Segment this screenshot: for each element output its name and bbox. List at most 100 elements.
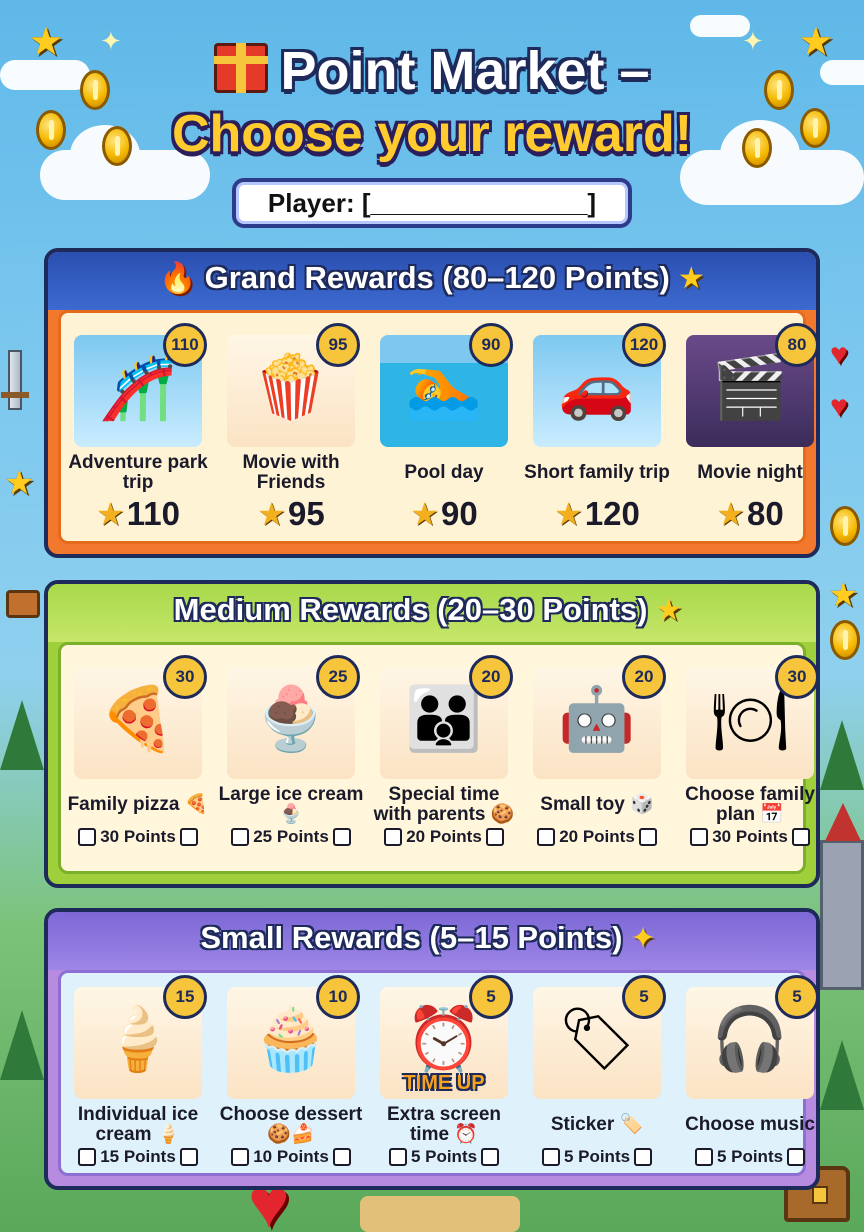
reward-points-label: 30 Points: [100, 827, 176, 846]
checkbox[interactable]: [388, 1148, 407, 1166]
grand-rewards-title: 🔥 Grand Rewards (80–120 Points) ★: [48, 260, 816, 296]
reward-card[interactable]: 🎬 80 Movie night ★80: [675, 323, 825, 533]
player-name-field[interactable]: Player: [_______________]: [232, 178, 632, 228]
checkbox[interactable]: [638, 828, 657, 846]
coin-icon: [830, 506, 860, 546]
reward-cost: ★95: [216, 495, 366, 533]
reward-name: Pool day: [404, 462, 484, 483]
checkbox[interactable]: [231, 828, 250, 846]
checkbox[interactable]: [791, 828, 810, 846]
reward-name: Choose family plan 📅: [685, 784, 815, 825]
checkbox[interactable]: [179, 1148, 198, 1166]
points-badge: 95: [316, 323, 360, 367]
page-subtitle: Choose your reward!: [171, 105, 693, 163]
heart-icon: ♥: [830, 338, 848, 371]
checkbox[interactable]: [231, 1148, 250, 1166]
reward-name: Family pizza 🍕: [67, 794, 209, 815]
tree: [820, 1040, 864, 1110]
coin-icon: [830, 620, 860, 660]
star-icon: ★: [410, 496, 439, 532]
reward-card[interactable]: 🧁 10 Choose dessert 🍪🍰 10 Points: [216, 975, 366, 1167]
reward-name: Short family trip: [524, 462, 670, 483]
checkbox[interactable]: [78, 1148, 97, 1166]
reward-card[interactable]: 🏊 90 Pool day ★90: [369, 323, 519, 533]
reward-card[interactable]: 🎧 5 Choose music 5 Points: [675, 975, 825, 1167]
tree: [820, 720, 864, 790]
checkbox[interactable]: [384, 828, 403, 846]
points-badge: 20: [469, 655, 513, 699]
checkbox[interactable]: [179, 828, 198, 846]
reward-name: Movie night: [697, 462, 803, 483]
reward-points-row: 5 Points: [369, 1147, 519, 1167]
checkbox[interactable]: [694, 1148, 713, 1166]
reward-points-row: 15 Points: [63, 1147, 213, 1167]
star-icon: ★: [655, 594, 683, 627]
dirt-path: [360, 1196, 520, 1232]
title-line-1: Point Market –: [280, 41, 650, 101]
reward-card[interactable]: 🚗 120 Short family trip ★120: [522, 323, 672, 533]
checkbox[interactable]: [485, 828, 504, 846]
points-badge: 5: [622, 975, 666, 1019]
checkbox[interactable]: [634, 1148, 653, 1166]
section-title: Grand Rewards (80–120 Points): [204, 260, 670, 295]
reward-points-row: 10 Points: [216, 1147, 366, 1167]
reward-card[interactable]: 🤖 20 Small toy 🎲 20 Points: [522, 655, 672, 847]
reward-cost: ★120: [522, 495, 672, 533]
star-icon: ★: [96, 496, 125, 532]
reward-cost: ★80: [675, 495, 825, 533]
points-badge: 15: [163, 975, 207, 1019]
reward-name: Choose dessert 🍪🍰: [219, 1104, 363, 1145]
reward-name: Large ice cream 🍨: [218, 784, 364, 825]
section-title: Medium Rewards (20–30 Points): [173, 592, 648, 627]
reward-cost-value: 120: [584, 495, 640, 532]
small-rewards-title: Small Rewards (5–15 Points) ✦: [48, 920, 816, 956]
points-badge: 30: [163, 655, 207, 699]
cloud: [690, 15, 750, 37]
reward-points-label: 20 Points: [406, 827, 482, 846]
reward-points-label: 5 Points: [410, 1147, 478, 1166]
reward-card[interactable]: 🍨 25 Large ice cream 🍨 25 Points: [216, 655, 366, 847]
reward-card[interactable]: 🍦 15 Individual ice cream 🍦 15 Points: [63, 975, 213, 1167]
reward-name: Individual ice cream 🍦: [77, 1104, 199, 1145]
star-icon: ★: [257, 496, 286, 532]
points-badge: 80: [775, 323, 819, 367]
reward-name: Sticker 🏷️: [550, 1114, 644, 1135]
checkbox[interactable]: [787, 1148, 806, 1166]
points-badge: 90: [469, 323, 513, 367]
small-rewards-list: 🍦 15 Individual ice cream 🍦 15 Points 🧁 10 Cho…: [61, 973, 819, 1173]
points-badge: 120: [622, 323, 666, 367]
gift-icon: [214, 43, 269, 93]
star-icon: ★: [828, 576, 859, 614]
medium-rewards-panel: Medium Rewards (20–30 Points) ★ 🍕 30 Family…: [44, 580, 820, 888]
points-badge: 5: [775, 975, 819, 1019]
reward-points-label: 25 Points: [253, 827, 329, 846]
reward-card[interactable]: 🎢 110 Adventure park trip ★110: [63, 323, 213, 533]
reward-card[interactable]: 🏷 5 Sticker 🏷️ 5 Points: [522, 975, 672, 1167]
page-title: Point Market –: [0, 40, 864, 102]
reward-card[interactable]: 👪 20 Special time with parents 🍪 20 Points: [369, 655, 519, 847]
checkbox[interactable]: [332, 828, 351, 846]
checkbox[interactable]: [332, 1148, 351, 1166]
checkbox[interactable]: [481, 1148, 500, 1166]
star-icon: ★: [554, 496, 583, 532]
reward-cost: ★110: [63, 495, 213, 533]
checkbox[interactable]: [537, 828, 556, 846]
reward-card[interactable]: 🍿 95 Movie with Friends ★95: [216, 323, 366, 533]
reward-name: Choose music: [685, 1114, 815, 1135]
time-up-text: TIME UP: [403, 1072, 485, 1094]
points-badge: 10: [316, 975, 360, 1019]
checkbox[interactable]: [78, 828, 97, 846]
checkbox[interactable]: [541, 1148, 560, 1166]
reward-card[interactable]: 🍕 30 Family pizza 🍕 30 Points: [63, 655, 213, 847]
reward-points-row: 5 Points: [675, 1147, 825, 1167]
reward-points-row: 20 Points: [522, 827, 672, 847]
star-icon: ★: [4, 464, 35, 502]
reward-name: Small toy 🎲: [540, 794, 654, 815]
star-icon: ★: [716, 496, 745, 532]
reward-points-label: 5 Points: [563, 1147, 631, 1166]
checkbox[interactable]: [690, 828, 709, 846]
section-title: Small Rewards (5–15 Points): [200, 920, 623, 955]
grand-rewards-body: 🎢 110 Adventure park trip ★110 🍿 95 Movie with…: [58, 310, 819, 544]
reward-card[interactable]: ⏰ TIME UP 5 Extra screen time ⏰ 5 Points: [369, 975, 519, 1167]
reward-card[interactable]: 🍽 30 Choose family plan 📅 30 Points: [675, 655, 825, 847]
